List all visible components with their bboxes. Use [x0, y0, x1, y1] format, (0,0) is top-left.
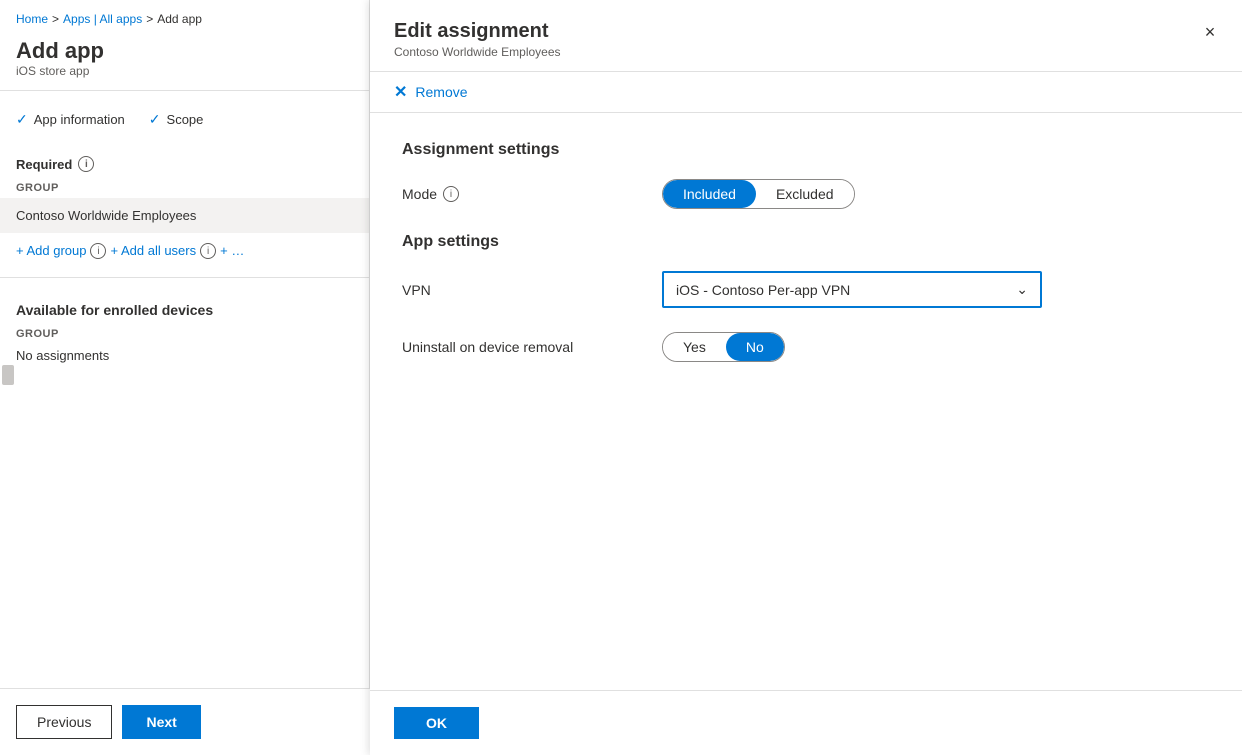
uninstall-field-row: Uninstall on device removal Yes No [402, 332, 1210, 362]
modal-subtitle: Contoso Worldwide Employees [394, 45, 1218, 59]
page-subtitle: iOS store app [16, 64, 353, 78]
steps-row: ✓ App information ✓ Scope [0, 99, 369, 140]
breadcrumb-apps[interactable]: Apps | All apps [63, 12, 142, 26]
breadcrumb-sep2: > [146, 12, 153, 26]
mode-info-icon[interactable]: i [443, 186, 459, 202]
uninstall-toggle-group: Yes No [662, 332, 785, 362]
previous-button[interactable]: Previous [16, 705, 112, 739]
edit-assignment-panel: Edit assignment Contoso Worldwide Employ… [370, 0, 1242, 755]
remove-label[interactable]: Remove [415, 84, 467, 100]
add-more-link[interactable]: + … [220, 243, 244, 259]
step-app-information: ✓ App information [16, 111, 125, 128]
divider-1 [0, 90, 369, 91]
check-icon-1: ✓ [16, 111, 28, 128]
page-title: Add app [16, 38, 353, 64]
vpn-label: VPN [402, 282, 662, 298]
remove-row: ✕ Remove [370, 72, 1242, 113]
mode-text: Mode [402, 186, 437, 202]
add-links-row: + Add group i + Add all users i + … [0, 233, 369, 269]
available-section-label: Available for enrolled devices [0, 286, 369, 324]
next-button[interactable]: Next [122, 705, 200, 739]
mode-label: Mode i [402, 186, 662, 202]
ok-button[interactable]: OK [394, 707, 479, 739]
assignment-settings-title: Assignment settings [402, 141, 1210, 159]
vpn-field-row: VPN iOS - Contoso Per-app VPN ⌄ [402, 271, 1210, 308]
modal-header: Edit assignment Contoso Worldwide Employ… [370, 0, 1242, 72]
required-section-label: Required i [0, 140, 369, 178]
scroll-indicator [2, 365, 14, 385]
step-label-2: Scope [167, 112, 204, 127]
check-icon-2: ✓ [149, 111, 161, 128]
modal-footer: OK [370, 690, 1242, 755]
required-info-icon[interactable]: i [78, 156, 94, 172]
modal-body: Assignment settings Mode i Included Excl… [370, 113, 1242, 690]
breadcrumb: Home > Apps | All apps > Add app [0, 0, 369, 34]
add-all-users-link[interactable]: + Add all users [110, 243, 196, 259]
required-text: Required [16, 157, 72, 172]
breadcrumb-current: Add app [157, 12, 202, 26]
app-settings-title: App settings [402, 233, 1210, 251]
step-label-1: App information [34, 112, 125, 127]
add-all-users-info-icon[interactable]: i [200, 243, 216, 259]
mode-excluded-button[interactable]: Excluded [756, 180, 854, 208]
uninstall-no-button[interactable]: No [726, 333, 784, 361]
mode-included-button[interactable]: Included [663, 180, 756, 208]
add-group-link[interactable]: + Add group [16, 243, 86, 259]
mode-field-row: Mode i Included Excluded [402, 179, 1210, 209]
breadcrumb-home[interactable]: Home [16, 12, 48, 26]
left-footer: Previous Next [0, 688, 370, 755]
vpn-dropdown-value: iOS - Contoso Per-app VPN [676, 282, 850, 298]
breadcrumb-sep1: > [52, 12, 59, 26]
group-header-available: GROUP [0, 324, 369, 344]
group-header-required: GROUP [0, 178, 369, 198]
add-group-info-icon[interactable]: i [90, 243, 106, 259]
left-title-area: Add app iOS store app [0, 34, 369, 82]
uninstall-label: Uninstall on device removal [402, 339, 662, 355]
close-button[interactable]: × [1194, 16, 1226, 48]
mode-toggle-group: Included Excluded [662, 179, 855, 209]
no-assignments-text: No assignments [0, 344, 369, 367]
chevron-down-icon: ⌄ [1016, 281, 1028, 298]
step-scope: ✓ Scope [149, 111, 204, 128]
divider-2 [0, 277, 369, 278]
left-panel: Home > Apps | All apps > Add app Add app… [0, 0, 370, 755]
uninstall-yes-button[interactable]: Yes [663, 333, 726, 361]
modal-title: Edit assignment [394, 20, 1218, 43]
remove-x-icon: ✕ [394, 82, 407, 102]
group-row-contoso: Contoso Worldwide Employees [0, 198, 369, 233]
vpn-dropdown[interactable]: iOS - Contoso Per-app VPN ⌄ [662, 271, 1042, 308]
